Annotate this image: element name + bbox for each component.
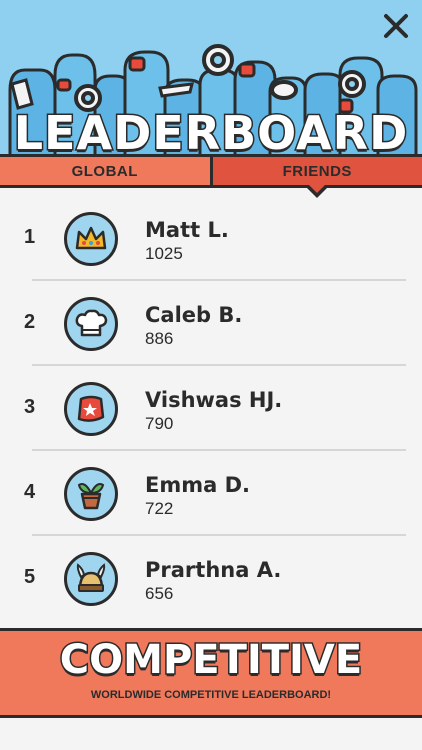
player-score: 1025 [145,244,183,263]
close-icon [384,14,408,38]
player-name: Matt L. [145,218,229,242]
list-item[interactable]: 3 Vishwas HJ. 790 [0,366,422,451]
player-name: Caleb B. [145,303,243,327]
close-button[interactable] [382,12,410,40]
star-badge-icon [77,395,105,422]
player-score: 656 [145,584,174,603]
page-title: LEADERBOARD [12,105,409,161]
header-banner: LEADERBOARD [0,0,422,160]
player-name: Prarthna A. [145,558,282,582]
tab-friends[interactable]: FRIENDS [212,157,422,198]
footer-banner: COMPETITIVE WORLDWIDE COMPETITIVE LEADER… [0,628,422,718]
crown-icon [75,226,107,250]
rank-number: 2 [24,311,36,333]
leaderboard-tabs: GLOBAL FRIENDS [0,154,422,198]
rank-number: 4 [24,481,36,503]
leaderboard-list: 1 Matt L. 1025 2 Caleb B. 886 3 Vishwas … [0,196,422,621]
footer-subtitle: WORLDWIDE COMPETITIVE LEADERBOARD! [90,689,332,701]
player-score: 722 [145,499,174,518]
avatar [64,467,118,521]
avatar [64,552,118,606]
player-name: Emma D. [145,473,250,497]
footer-title: COMPETITIVE [58,636,363,685]
list-item[interactable]: 1 Matt L. 1025 [0,196,422,281]
avatar [64,382,118,436]
list-item[interactable]: 4 Emma D. 722 [0,451,422,536]
rank-number: 1 [24,226,36,248]
rank-number: 5 [24,566,36,588]
bottom-spacer [0,718,422,750]
player-score: 790 [145,414,174,433]
list-item[interactable]: 5 Prarthna A. 656 [0,536,422,621]
tab-global[interactable]: GLOBAL [0,157,213,185]
player-score: 886 [145,329,174,348]
rank-number: 3 [24,396,36,418]
tab-global-label: GLOBAL [71,162,138,180]
player-name: Vishwas HJ. [145,388,283,412]
chef-hat-icon [75,309,108,337]
avatar [64,297,118,351]
viking-helmet-icon [76,563,106,592]
tab-friends-label: FRIENDS [282,162,352,180]
plant-pot-icon [77,483,105,510]
list-item[interactable]: 2 Caleb B. 886 [0,281,422,366]
avatar [64,212,118,266]
